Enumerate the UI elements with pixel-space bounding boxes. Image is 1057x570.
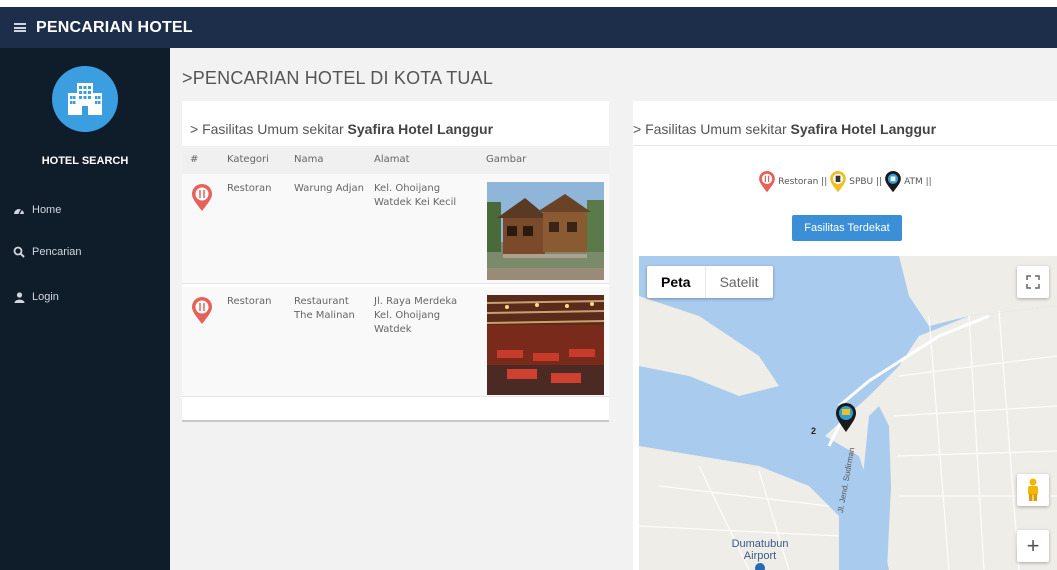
fullscreen-button[interactable] xyxy=(1017,266,1049,298)
map-type-peta[interactable]: Peta xyxy=(647,266,705,298)
hamburger-menu-icon[interactable] xyxy=(14,23,26,32)
facilities-map-card: > Fasilitas Umum sekitar Syafira Hotel L… xyxy=(633,101,1057,570)
alamat-cell: Kel. Ohoijang Watdek Kei Kecil xyxy=(374,183,457,208)
table-header: # Kategori Nama Alamat Gambar xyxy=(182,146,609,174)
main-content: >PENCARIAN HOTEL DI KOTA TUAL > Fasilita… xyxy=(170,48,1057,570)
nearest-facilities-button[interactable]: Fasilitas Terdekat xyxy=(792,215,902,241)
column-header: Kategori xyxy=(227,154,269,165)
street-view-button[interactable] xyxy=(1017,474,1049,506)
map-view[interactable]: Dumatubun Airport 2 Jl. Jend. Sudirman P… xyxy=(639,256,1057,570)
kategori-cell: Restoran xyxy=(227,296,272,307)
restaurant-pin-icon xyxy=(191,184,213,215)
airport-label: Dumatubun Airport xyxy=(731,538,789,563)
gas-station-pin-icon xyxy=(830,171,847,193)
dashboard-icon xyxy=(12,203,26,217)
sidebar-item-pencarian[interactable]: Pencarian xyxy=(12,244,82,260)
app-title: PENCARIAN HOTEL xyxy=(36,18,193,36)
hotel-name: Syafira Hotel Langgur xyxy=(790,121,937,137)
facilities-table-card: > Fasilitas Umum sekitar Syafira Hotel L… xyxy=(182,101,609,422)
kategori-cell: Restoran xyxy=(227,183,272,194)
fullscreen-icon xyxy=(1026,275,1040,289)
legend-item-atm: ATM || xyxy=(884,171,932,193)
legend-item-restoran: Restoran || xyxy=(758,171,827,193)
sidebar-item-label: Home xyxy=(32,204,62,216)
pegman-icon xyxy=(1028,478,1038,501)
search-icon xyxy=(12,245,26,259)
sidebar-item-login[interactable]: Login xyxy=(12,289,59,305)
user-icon xyxy=(12,290,26,304)
divider xyxy=(633,145,1057,146)
atm-pin-icon xyxy=(885,171,901,193)
hotel-name: Syafira Hotel Langgur xyxy=(347,121,494,137)
facility-photo xyxy=(487,295,604,395)
nama-cell: Restaurant The Malinan xyxy=(294,296,355,321)
hotel-building-icon xyxy=(52,66,118,132)
column-header: Nama xyxy=(294,154,324,165)
brand-label: HOTEL SEARCH xyxy=(41,155,129,167)
cluster-count[interactable]: 2 xyxy=(811,426,816,436)
facility-photo xyxy=(487,182,604,280)
card-heading: > Fasilitas Umum sekitar Syafira Hotel L… xyxy=(633,121,937,137)
table-row: Restoran Warung Adjan Kel. Ohoijang Watd… xyxy=(182,174,609,284)
sidebar-item-label: Login xyxy=(32,291,59,303)
sidebar-item-home[interactable]: Home xyxy=(12,202,61,218)
nama-cell: Warung Adjan xyxy=(294,183,364,194)
sidebar-item-label: Pencarian xyxy=(32,246,82,258)
column-header: Gambar xyxy=(486,154,527,165)
zoom-in-button[interactable]: + xyxy=(1017,530,1049,562)
map-type-control: Peta Satelit xyxy=(647,266,773,298)
top-navbar: PENCARIAN HOTEL xyxy=(0,7,1057,48)
map-legend: Restoran || SPBU || ATM || xyxy=(633,171,1057,193)
page-title: >PENCARIAN HOTEL DI KOTA TUAL xyxy=(182,68,494,88)
column-header: Alamat xyxy=(374,154,410,165)
map-type-satelit[interactable]: Satelit xyxy=(704,266,773,298)
column-header: # xyxy=(190,154,199,165)
restaurant-pin-icon xyxy=(191,297,213,328)
sidebar: HOTEL SEARCH Home Pencarian Login xyxy=(0,48,170,570)
card-heading: > Fasilitas Umum sekitar Syafira Hotel L… xyxy=(190,121,494,137)
legend-item-spbu: SPBU || xyxy=(829,171,882,193)
alamat-cell: Jl. Raya Merdeka Kel. Ohoijang Watdek xyxy=(374,296,458,335)
table-row: Restoran Restaurant The Malinan Jl. Raya… xyxy=(182,287,609,397)
restaurant-pin-icon xyxy=(759,171,776,193)
map-canvas xyxy=(639,256,1057,570)
